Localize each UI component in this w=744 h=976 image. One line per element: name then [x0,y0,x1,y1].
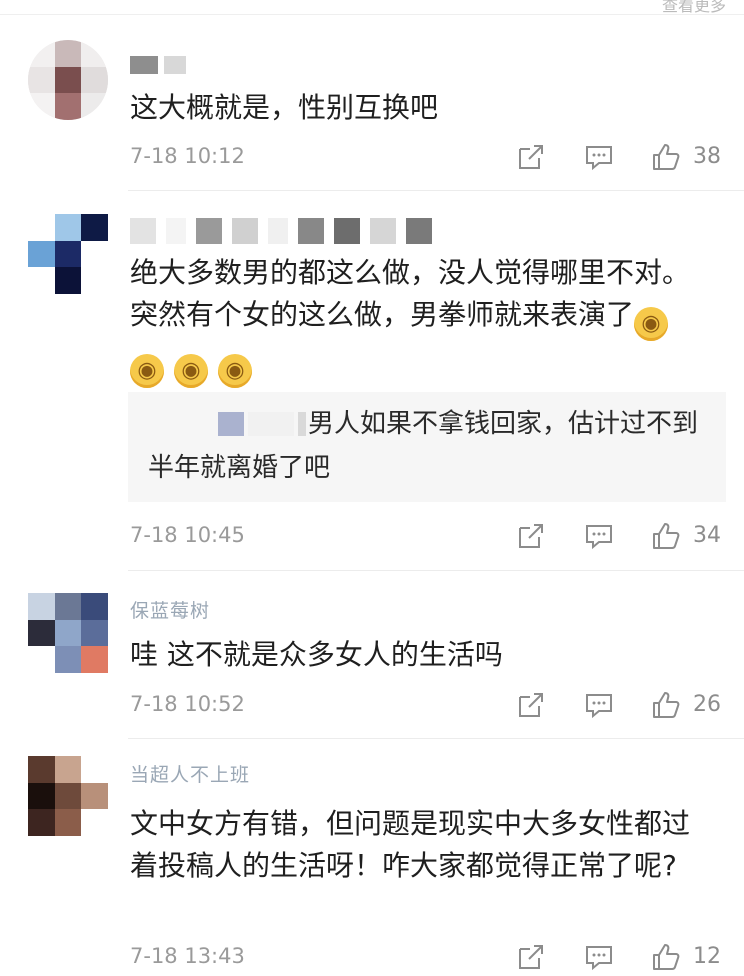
username-text: 当超人不上班 [130,764,251,786]
top-status-bar: 查看更多 [0,0,744,15]
doge-emoji: ◉ [218,354,252,388]
comment-icon[interactable] [584,942,614,972]
doge-emoji: ◉ [174,354,208,388]
username-text: 保蓝莓树 [130,600,211,622]
comment-time: 7-18 10:12 [130,144,245,168]
comment-icon[interactable] [584,142,614,172]
comment-text: 文中女方有错，但问题是现实中大多女性都过着投稿人的生活呀！咋大家都觉得正常了呢? [130,807,691,882]
top-status-text: 查看更多 [661,0,726,15]
share-icon[interactable] [516,690,546,720]
like-icon[interactable] [651,521,681,551]
username-masked[interactable] [130,218,432,244]
divider [128,738,744,739]
doge-emoji: ◉ [130,354,164,388]
share-icon[interactable] [516,942,546,972]
comment-text: 这大概就是，性别互换吧 [130,91,439,124]
avatar[interactable] [28,593,108,673]
username[interactable]: 当超人不上班 [130,760,250,787]
comment-meta: 7-18 10:12 38 [130,144,726,174]
comment-time: 7-18 13:43 [130,944,245,968]
comment-text: 哇 这不就是众多女人的生活吗 [130,638,503,671]
comment-body: 绝大多数男的都这么做，没人觉得哪里不对。突然有个女的这么做，男拳师就来表演了 [130,256,691,331]
comment-time: 7-18 10:45 [130,523,245,547]
avatar[interactable] [28,40,108,120]
comment-time: 7-18 10:52 [130,692,245,716]
comment-meta: 7-18 10:52 26 [130,692,726,722]
share-icon[interactable] [516,521,546,551]
comment-text: 绝大多数男的都这么做，没人觉得哪里不对。突然有个女的这么做，男拳师就来表演了 ◉◉… [130,252,708,388]
avatar[interactable] [28,214,108,294]
reply-username-masked [218,412,306,436]
comment-icon[interactable] [584,690,614,720]
like-icon[interactable] [651,142,681,172]
comment-meta: 7-18 10:45 34 [130,523,726,553]
like-icon[interactable] [651,690,681,720]
doge-emoji: ◉ [634,307,669,341]
like-count: 38 [693,144,721,169]
comment-meta: 7-18 13:43 12 [130,944,726,974]
avatar[interactable] [28,756,108,836]
like-count: 12 [693,944,721,969]
divider [128,570,744,571]
username-masked[interactable] [130,56,186,74]
like-count: 26 [693,692,721,717]
comment-icon[interactable] [584,521,614,551]
quoted-reply[interactable]: 男人如果不拿钱回家，估计过不到半年就离婚了吧 [128,392,726,502]
divider [128,190,744,191]
like-icon[interactable] [651,942,681,972]
like-count: 34 [693,523,721,548]
username[interactable]: 保蓝莓树 [130,596,210,623]
share-icon[interactable] [516,142,546,172]
